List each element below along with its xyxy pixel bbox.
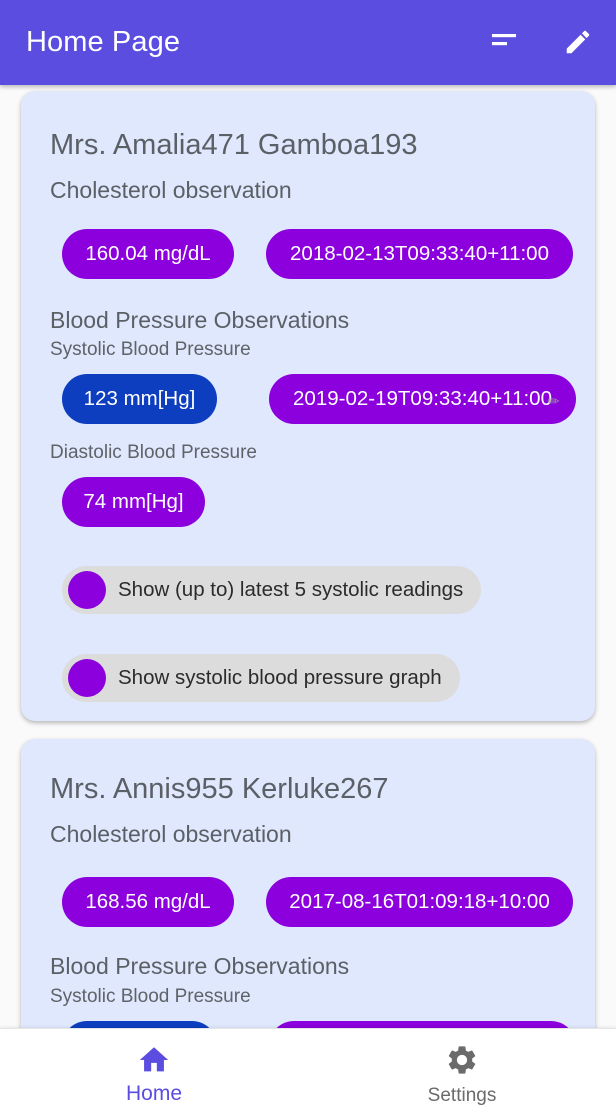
pencil-icon [566,30,590,54]
edit-button[interactable] [558,22,598,62]
systolic-value-chip [62,1021,217,1028]
nav-home-label: Home [125,1082,183,1105]
patient-name: Mrs. Annis955 Kerluke267 [50,773,389,805]
blood-pressure-heading: Blood Pressure Observations [50,307,350,333]
gear-icon [448,1046,476,1074]
systolic-date-chip: 2019-02-19T09:33:40+11:00 [269,374,576,424]
nav-settings[interactable]: Settings [308,1029,616,1118]
cholesterol-heading: Cholesterol observation [50,821,292,847]
diastolic-value-chip: 74 mm[Hg] [62,477,205,527]
cholesterol-value-chip: 168.56 mg/dL [62,877,234,927]
systolic-value-chip: 123 mm[Hg] [62,374,217,424]
toggle-indicator[interactable] [68,571,106,609]
toggle-latest-systolic[interactable]: Show (up to) latest 5 systolic readings [62,566,482,614]
toggle-systolic-graph[interactable]: Show systolic blood pressure graph [62,654,460,702]
patient-card: Mrs. Amalia471 Gamboa193 Cholesterol obs… [21,91,595,721]
app-bar: Home Page [0,0,616,85]
cholesterol-date-chip: 2018-02-13T09:33:40+11:00 [266,229,573,279]
nav-settings-label: Settings [427,1085,497,1106]
diastolic-label: Diastolic Blood Pressure [50,442,257,463]
cholesterol-date-chip: 2017-08-16T01:09:18+10:00 [266,877,573,927]
cholesterol-value-chip: 160.04 mg/dL [62,229,234,279]
page-title: Home Page [26,26,181,58]
systolic-date-chip [269,1021,576,1028]
toggle-latest-systolic-label: Show (up to) latest 5 systolic readings [118,578,464,601]
systolic-label: Systolic Blood Pressure [50,986,251,1007]
nav-home[interactable]: Home [0,1029,308,1118]
toggle-systolic-graph-label: Show systolic blood pressure graph [118,666,442,689]
blood-pressure-heading: Blood Pressure Observations [50,953,350,979]
patient-card: Mrs. Annis955 Kerluke267 Cholesterol obs… [21,739,595,1028]
cholesterol-heading: Cholesterol observation [50,177,292,203]
toggle-indicator[interactable] [68,659,106,697]
patient-list[interactable]: Mrs. Amalia471 Gamboa193 Cholesterol obs… [0,85,616,1028]
systolic-label: Systolic Blood Pressure [50,339,251,360]
patient-name: Mrs. Amalia471 Gamboa193 [50,129,418,161]
sort-icon [492,34,516,46]
home-icon [139,1047,169,1072]
sort-button[interactable] [484,22,524,62]
bottom-navigation: Home Settings [0,1028,616,1118]
